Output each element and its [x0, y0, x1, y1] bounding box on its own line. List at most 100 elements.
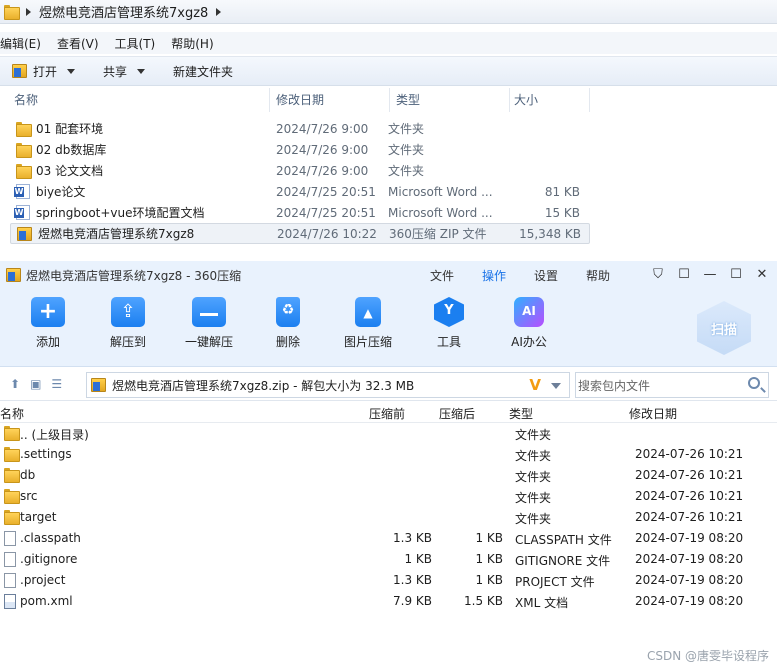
address-bar[interactable]: 煜燃电竞酒店管理系统7xgz8: [0, 0, 777, 24]
ai-office-button[interactable]: AI办公: [497, 297, 561, 350]
column-name[interactable]: 名称: [0, 88, 270, 112]
add-icon: [31, 297, 65, 327]
table-row[interactable]: .settings 文件夹 2024-07-26 10:21: [0, 444, 777, 465]
zip-column-header: 名称 压缩前 压缩后 类型 修改日期: [0, 401, 777, 423]
menu-settings[interactable]: 设置: [534, 267, 586, 284]
file-size: 81 KB: [544, 184, 580, 199]
cell-name: pom.xml: [20, 594, 73, 608]
search-icon[interactable]: [748, 377, 760, 389]
watermark: CSDN @唐雯毕设程序: [646, 649, 769, 663]
cell-date: 2024-07-19 08:20: [635, 531, 744, 545]
cell-type: 文件夹: [515, 512, 552, 526]
list-item[interactable]: 02 db数据库 2024/7/26 9:00 文件夹: [10, 139, 590, 160]
file-name: 01 配套环境: [36, 122, 104, 136]
cell-after: 1.5 KB: [464, 594, 503, 608]
scan-button[interactable]: 扫描: [697, 301, 751, 355]
column-date[interactable]: 修改日期: [270, 88, 390, 112]
folder-icon: [4, 5, 20, 20]
v-logo-icon[interactable]: V: [529, 376, 541, 394]
extract-to-button[interactable]: 解压到: [96, 297, 160, 350]
cell-name: .settings: [20, 447, 72, 461]
delete-button[interactable]: 删除: [256, 297, 320, 350]
tools-button[interactable]: 工具: [417, 297, 481, 350]
file-type: 文件夹: [388, 164, 425, 178]
table-row[interactable]: .project 1.3 KB 1 KB PROJECT 文件 2024-07-19 0…: [0, 570, 777, 591]
up-arrow-icon[interactable]: ⬆: [10, 377, 20, 391]
chevron-right-icon[interactable]: [216, 7, 222, 16]
list-item[interactable]: springboot+vue环境配置文档 2024/7/25 20:51 Micro…: [10, 202, 590, 223]
folder-icon: [4, 468, 20, 483]
search-placeholder: 搜索包内文件: [578, 378, 651, 393]
list-item[interactable]: 01 配套环境 2024/7/26 9:00 文件夹: [10, 118, 590, 139]
zip-window: 煜燃电竞酒店管理系统7xgz8 - 360压缩 文件 操作 设置 帮助 ⛉ ☐ …: [0, 261, 777, 668]
cell-before: 1 KB: [404, 552, 432, 566]
cell-date: 2024-07-19 08:20: [635, 594, 744, 608]
table-row[interactable]: target 文件夹 2024-07-26 10:21: [0, 507, 777, 528]
skin-icon[interactable]: ⛉: [651, 267, 665, 282]
share-button[interactable]: 共享: [103, 63, 146, 80]
image-compress-button[interactable]: 图片压缩: [336, 297, 400, 350]
list-item[interactable]: 煜燃电竞酒店管理系统7xgz8 2024/7/26 10:22 360压缩 ZIP …: [10, 223, 590, 244]
cell-date: 2024-07-26 10:21: [635, 468, 744, 482]
table-row[interactable]: db 文件夹 2024-07-26 10:21: [0, 465, 777, 486]
new-folder-button[interactable]: 新建文件夹: [173, 63, 233, 80]
chevron-down-icon: [67, 68, 76, 74]
one-click-extract-button[interactable]: 一键解压: [177, 297, 241, 350]
chevron-right-icon[interactable]: [26, 7, 31, 16]
cell-name: db: [20, 468, 36, 482]
file-date: 2024/7/25 20:51: [276, 184, 376, 199]
menu-help[interactable]: 帮助: [586, 267, 638, 284]
folder-icon: [4, 489, 20, 504]
app-icon: [6, 268, 21, 282]
menu-help[interactable]: 帮助(H): [171, 35, 213, 52]
column-date[interactable]: 修改日期: [629, 405, 677, 422]
open-button[interactable]: 打开: [12, 63, 76, 80]
column-after[interactable]: 压缩后: [439, 405, 475, 422]
recycle-icon: [276, 297, 300, 327]
cell-name: .gitignore: [20, 552, 78, 566]
file-name: biye论文: [36, 185, 86, 199]
list-item[interactable]: biye论文 2024/7/25 20:51 Microsoft Word ... 8…: [10, 181, 590, 202]
toolbar: 添加 解压到 一键解压 删除 图片压缩 工具 AI办公 扫描: [0, 289, 777, 367]
cell-name: .project: [20, 573, 66, 587]
table-row[interactable]: .gitignore 1 KB 1 KB GITIGNORE 文件 2024-07-19…: [0, 549, 777, 570]
maximize-button[interactable]: ☐: [729, 267, 743, 282]
menu-file[interactable]: 文件: [430, 267, 482, 284]
column-size[interactable]: 大小: [510, 88, 590, 112]
close-button[interactable]: ✕: [755, 267, 769, 282]
search-input[interactable]: 搜索包内文件: [575, 372, 769, 398]
column-type[interactable]: 类型: [509, 405, 533, 422]
minimize-button[interactable]: —: [703, 267, 717, 282]
table-row[interactable]: src 文件夹 2024-07-26 10:21: [0, 486, 777, 507]
chevron-down-icon[interactable]: [551, 383, 561, 389]
breadcrumb[interactable]: 煜燃电竞酒店管理系统7xgz8: [39, 2, 208, 21]
folder-icon: [4, 447, 20, 462]
menu-view[interactable]: 查看(V): [57, 35, 99, 52]
chevron-down-icon: [137, 68, 146, 74]
path-field[interactable]: 煜燃电竞酒店管理系统7xgz8.zip - 解包大小为 32.3 MB V: [86, 372, 570, 398]
file-date: 2024/7/26 9:00: [276, 142, 369, 157]
extract-to-label: 解压到: [109, 335, 146, 349]
extract-icon: [111, 297, 145, 327]
list-item[interactable]: 03 论文文档 2024/7/26 9:00 文件夹: [10, 160, 590, 181]
menu-edit[interactable]: 编辑(E): [0, 35, 41, 52]
file-date: 2024/7/26 10:22: [277, 226, 377, 241]
column-name[interactable]: 名称: [0, 405, 24, 422]
folder-icon: [16, 164, 32, 179]
file-name: 03 论文文档: [36, 164, 104, 178]
one-click-extract-label: 一键解压: [184, 335, 233, 349]
menu-tools[interactable]: 工具(T): [115, 35, 156, 52]
table-row[interactable]: .. (上级目录) 文件夹: [0, 423, 777, 444]
list-view-icon[interactable]: ☰: [51, 377, 62, 391]
table-row[interactable]: pom.xml 7.9 KB 1.5 KB XML 文档 2024-07-19 08:2…: [0, 591, 777, 612]
file-name: 煜燃电竞酒店管理系统7xgz8: [38, 227, 195, 241]
thumbnail-view-icon[interactable]: ▣: [30, 377, 41, 391]
add-button[interactable]: 添加: [16, 297, 80, 350]
cell-before: 1.3 KB: [393, 531, 432, 545]
column-before[interactable]: 压缩前: [369, 405, 405, 422]
column-type[interactable]: 类型: [390, 88, 510, 112]
cell-type: GITIGNORE 文件: [515, 554, 611, 568]
menu-operate[interactable]: 操作: [482, 267, 534, 284]
feedback-icon[interactable]: ☐: [677, 267, 691, 282]
table-row[interactable]: .classpath 1.3 KB 1 KB CLASSPATH 文件 2024-07-…: [0, 528, 777, 549]
